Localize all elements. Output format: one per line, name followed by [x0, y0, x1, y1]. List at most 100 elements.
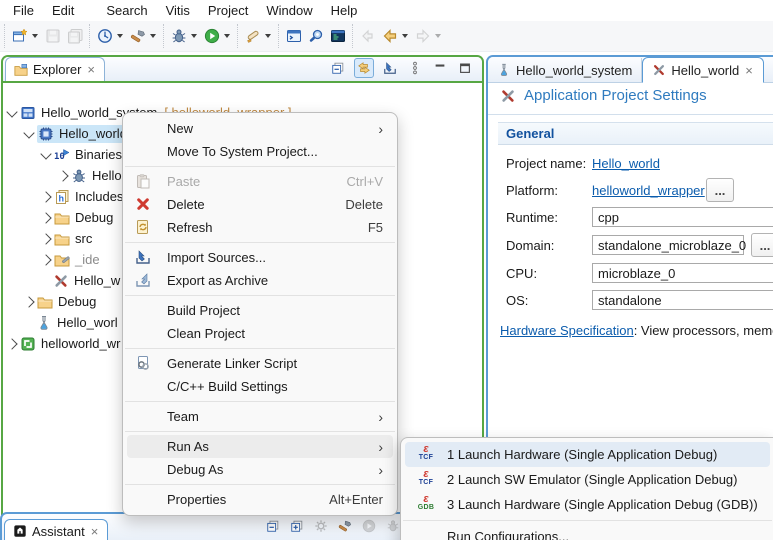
menu-item-move-to-system-project[interactable]: Move To System Project... [127, 140, 393, 163]
tree-item-src-folder[interactable]: src [42, 229, 92, 248]
menu-item-delete[interactable]: Delete Delete [127, 193, 393, 216]
platform-icon [20, 336, 36, 352]
maximize-button[interactable] [456, 59, 474, 77]
tree-item-binaries[interactable]: 10 Binaries [42, 145, 122, 164]
tab-explorer[interactable]: Explorer × [5, 57, 105, 81]
menu-vitis[interactable]: Vitis [157, 1, 199, 20]
submenu-arrow-icon: › [378, 440, 383, 454]
menu-help[interactable]: Help [322, 1, 367, 20]
menu-item-team[interactable]: Team › [127, 405, 393, 428]
close-icon[interactable]: × [744, 64, 754, 77]
menu-project[interactable]: Project [199, 1, 257, 20]
tab-assistant[interactable]: Assistant × [4, 519, 108, 540]
assistant-icon [13, 524, 27, 538]
menu-item-clean-project[interactable]: Clean Project [127, 322, 393, 345]
console-button[interactable] [327, 25, 348, 47]
launch-target-button[interactable] [94, 25, 115, 47]
launch-config-button[interactable] [305, 25, 326, 47]
collapse-all-button[interactable] [329, 59, 347, 77]
menu-item-generate-linker-script[interactable]: Generate Linker Script [127, 352, 393, 375]
back-nav-button[interactable] [379, 25, 400, 47]
menu-window[interactable]: Window [257, 1, 321, 20]
dropdown-caret-icon[interactable] [265, 34, 271, 38]
expander-icon[interactable] [40, 191, 51, 202]
view-menu-button[interactable] [406, 59, 424, 77]
project-name-link[interactable]: Hello_world [592, 156, 660, 171]
tree-item-elf[interactable]: Hello [59, 166, 122, 185]
tree-item-debug-folder-2[interactable]: Debug [25, 292, 96, 311]
tab-hello-world[interactable]: Hello_world × [642, 57, 764, 83]
dropdown-caret-icon[interactable] [191, 34, 197, 38]
debug-button[interactable] [168, 25, 189, 47]
link-with-editor-button[interactable] [354, 58, 374, 78]
menu-file[interactable]: File [4, 1, 43, 20]
collapse-all-button[interactable] [264, 517, 282, 535]
tree-item-ide-folder[interactable]: _ide [42, 250, 100, 269]
tree-item-system-settings[interactable]: Hello_worl [25, 313, 118, 332]
platform-browse-button[interactable]: ... [706, 178, 734, 202]
toolbar-group-file [4, 24, 89, 48]
expand-all-button[interactable] [288, 517, 306, 535]
build-button[interactable] [127, 25, 148, 47]
tab-explorer-label: Explorer [33, 62, 81, 77]
field-cpu: CPU: microblaze_0 [488, 263, 773, 283]
dropdown-caret-icon[interactable] [224, 34, 230, 38]
expander-icon[interactable] [6, 338, 17, 349]
menu-item-run-as[interactable]: Run As › [127, 435, 393, 458]
paste-icon [135, 173, 151, 189]
import-button[interactable] [381, 59, 399, 77]
menu-item-export-archive[interactable]: Export as Archive [127, 269, 393, 292]
run-button[interactable] [201, 25, 222, 47]
tree-item-debug-folder[interactable]: Debug [42, 208, 113, 227]
submenu-item-launch-hardware[interactable]: εTCF 1 Launch Hardware (Single Applicati… [405, 442, 770, 467]
tree-item-includes[interactable]: h Includes [42, 187, 123, 206]
expander-icon[interactable] [40, 254, 51, 265]
dropdown-caret-icon[interactable] [117, 34, 123, 38]
expander-icon[interactable] [57, 170, 68, 181]
hardware-spec-text: : View processors, memory r [634, 323, 773, 338]
close-icon[interactable]: × [90, 525, 100, 538]
run-icon [362, 519, 376, 533]
menu-item-build-project[interactable]: Build Project [127, 299, 393, 322]
domain-input[interactable]: standalone_microblaze_0 [592, 235, 744, 255]
tree-item-label: Hello_w [74, 273, 120, 288]
tree-item-project-settings[interactable]: Hello_w [42, 271, 120, 290]
menu-edit[interactable]: Edit [43, 1, 83, 20]
new-wizard-button[interactable] [9, 25, 30, 47]
menu-item-debug-as[interactable]: Debug As › [127, 458, 393, 481]
submenu-item-run-configurations[interactable]: Run Configurations... [405, 524, 770, 540]
terminal-button[interactable] [283, 25, 304, 47]
menu-search[interactable]: Search [97, 1, 156, 20]
expander-icon[interactable] [23, 296, 34, 307]
submenu-item-launch-hardware-gdb[interactable]: εGDB 3 Launch Hardware (Single Applicati… [405, 492, 770, 517]
menu-item-cpp-build-settings[interactable]: C/C++ Build Settings [127, 375, 393, 398]
runtime-input[interactable]: cpp [592, 207, 773, 227]
dropdown-caret-icon[interactable] [32, 34, 38, 38]
save-all-icon [67, 28, 83, 44]
expander-icon[interactable] [6, 106, 17, 117]
menu-item-refresh[interactable]: Refresh F5 [127, 216, 393, 239]
minimize-button[interactable] [431, 59, 449, 77]
tree-item-platform[interactable]: helloworld_wr [8, 334, 120, 353]
expander-icon[interactable] [23, 127, 34, 138]
domain-browse-button[interactable]: ... [751, 233, 773, 257]
tab-hello-world-system[interactable]: Hello_world_system [488, 58, 642, 82]
profile-button[interactable] [242, 25, 263, 47]
expander-icon[interactable] [40, 233, 51, 244]
menu-item-properties[interactable]: Properties Alt+Enter [127, 488, 393, 511]
expander-icon[interactable] [40, 212, 51, 223]
close-icon[interactable]: × [86, 63, 96, 76]
submenu-item-launch-sw-emulator[interactable]: εTCF 2 Launch SW Emulator (Single Applic… [405, 467, 770, 492]
cpu-label: CPU: [506, 266, 591, 281]
expander-icon[interactable] [40, 148, 51, 159]
dropdown-caret-icon[interactable] [402, 34, 408, 38]
os-input[interactable]: standalone [592, 290, 773, 310]
dropdown-caret-icon[interactable] [150, 34, 156, 38]
menu-item-import-sources[interactable]: Import Sources... [127, 246, 393, 269]
build-button[interactable] [336, 517, 354, 535]
hardware-spec-link[interactable]: Hardware Specification [500, 323, 634, 338]
build-hammer-icon [130, 28, 146, 44]
menu-item-new[interactable]: New › [127, 117, 393, 140]
cpu-input[interactable]: microblaze_0 [592, 263, 773, 283]
platform-link[interactable]: helloworld_wrapper [592, 183, 705, 198]
